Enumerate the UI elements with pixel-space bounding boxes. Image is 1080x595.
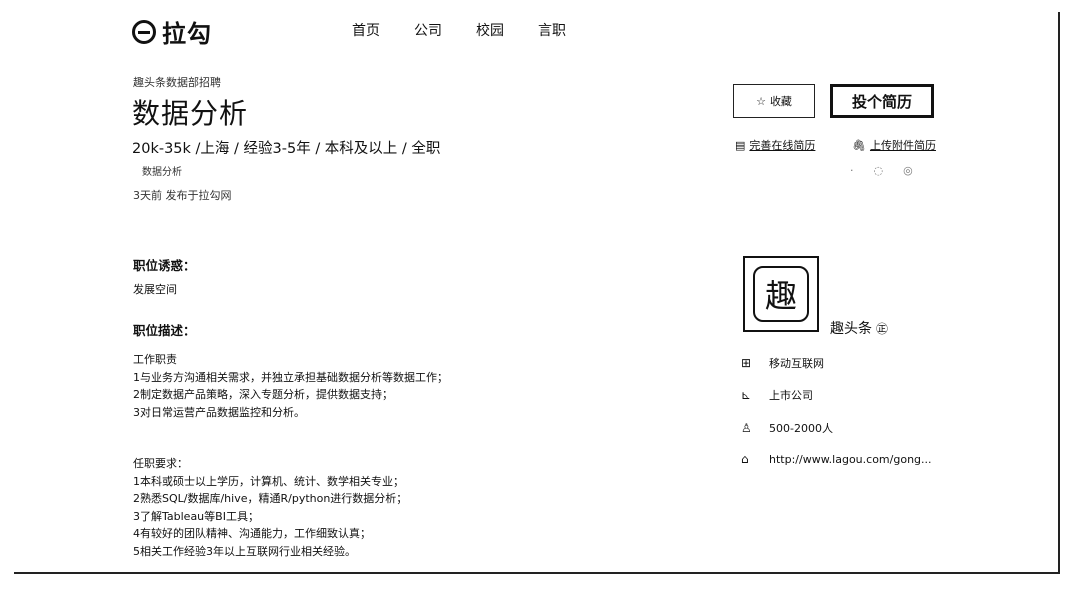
resume-icon: ▤	[735, 138, 746, 152]
nav-item-yanzhi[interactable]: 言职	[538, 20, 566, 40]
requirement-line: 3了解Tableau等BI工具；	[133, 509, 259, 523]
job-meta: 20k-35k /上海 / 经验3-5年 / 本科及以上 / 全职	[132, 141, 441, 157]
attach-resume-link[interactable]: 🖇 上传附件简历	[852, 137, 936, 153]
share-icons: · ◌ ◎	[850, 164, 913, 177]
company-size: 500-2000人	[769, 422, 833, 435]
company-site: http://www.lagou.com/gong...	[769, 452, 932, 466]
job-company-line: 趣头条数据部招聘	[133, 76, 221, 89]
brand-name: 拉勾	[162, 20, 212, 48]
company-name: 趣头条	[830, 321, 872, 337]
company-field: 移动互联网	[769, 357, 824, 370]
grid-icon: ⊞	[741, 356, 752, 370]
nav-item-campus[interactable]: 校园	[476, 20, 504, 40]
job-tag[interactable]: 数据分析	[142, 163, 182, 178]
paperclip-icon: 🖇	[852, 138, 866, 152]
home-icon: ⌂	[741, 452, 749, 466]
online-resume-link[interactable]: ▤ 完善在线简历	[735, 137, 815, 153]
nav-item-company[interactable]: 公司	[414, 20, 442, 40]
company-name-link[interactable]: 趣头条 ㊣	[830, 318, 888, 338]
duties-line: 工作职责	[133, 353, 177, 366]
duties-line: 1与业务方沟通相关需求，并独立承担基础数据分析等数据工作；	[133, 370, 448, 384]
verified-icon: ㊣	[876, 321, 889, 336]
description-heading: 职位描述：	[133, 323, 196, 338]
company-logo[interactable]: 趣	[743, 256, 819, 332]
attach-resume-label: 上传附件简历	[869, 139, 936, 152]
requirement-line: 任职要求：	[133, 457, 188, 470]
share-weibo-icon[interactable]: ·	[850, 164, 854, 177]
requirement-line: 4有较好的团队精神、沟通能力，工作细致认真；	[133, 527, 371, 540]
job-title: 数据分析	[132, 97, 249, 130]
publish-time: 3天前 发布于拉勾网	[133, 189, 232, 202]
company-field-row: ⊞ 移动互联网	[741, 355, 824, 371]
duties-line: 2制定数据产品策略，深入专题分析，提供数据支持；	[133, 388, 393, 401]
top-nav: 首页 公司 校园 言职	[352, 20, 566, 40]
favorite-button[interactable]: ☆ 收藏	[733, 84, 815, 118]
page: 拉勾 首页 公司 校园 言职 趣头条数据部招聘 数据分析 20k-35k /上海…	[0, 0, 1080, 595]
logo-mark-icon	[132, 19, 156, 44]
company-stage-row: ⊾ 上市公司	[741, 387, 813, 403]
advantage-text: 发展空间	[133, 283, 177, 296]
duties-block: 工作职责 1与业务方沟通相关需求，并独立承担基础数据分析等数据工作； 2制定数据…	[133, 351, 448, 421]
favorite-label: 收藏	[769, 95, 792, 108]
apply-button[interactable]: 投个简历	[830, 84, 934, 118]
person-icon: ♙	[741, 421, 752, 435]
company-size-row: ♙ 500-2000人	[741, 420, 833, 436]
brand-logo[interactable]: 拉勾	[132, 14, 212, 49]
requirements-block: 任职要求： 1本科或硕士以上学历，计算机、统计、数学相关专业； 2熟悉SQL/数…	[133, 455, 407, 560]
requirement-line: 5相关工作经验3年以上互联网行业相关经验。	[133, 544, 356, 558]
online-resume-label: 完善在线简历	[749, 139, 816, 152]
advantage-heading: 职位诱惑：	[133, 258, 196, 273]
share-wechat-icon[interactable]: ◌	[874, 164, 884, 177]
star-icon: ☆	[756, 94, 766, 108]
company-site-row[interactable]: ⌂ http://www.lagou.com/gong...	[741, 452, 932, 466]
duties-line: 3对日常运营产品数据监控和分析。	[133, 405, 305, 419]
share-qq-icon[interactable]: ◎	[903, 164, 913, 177]
requirement-line: 1本科或硕士以上学历，计算机、统计、数学相关专业；	[133, 474, 404, 488]
nav-item-home[interactable]: 首页	[352, 20, 380, 40]
company-logo-mark: 趣	[753, 266, 809, 322]
requirement-line: 2熟悉SQL/数据库/hive，精通R/python进行数据分析；	[133, 492, 408, 505]
company-stage: 上市公司	[769, 389, 813, 402]
chart-icon: ⊾	[741, 388, 752, 402]
